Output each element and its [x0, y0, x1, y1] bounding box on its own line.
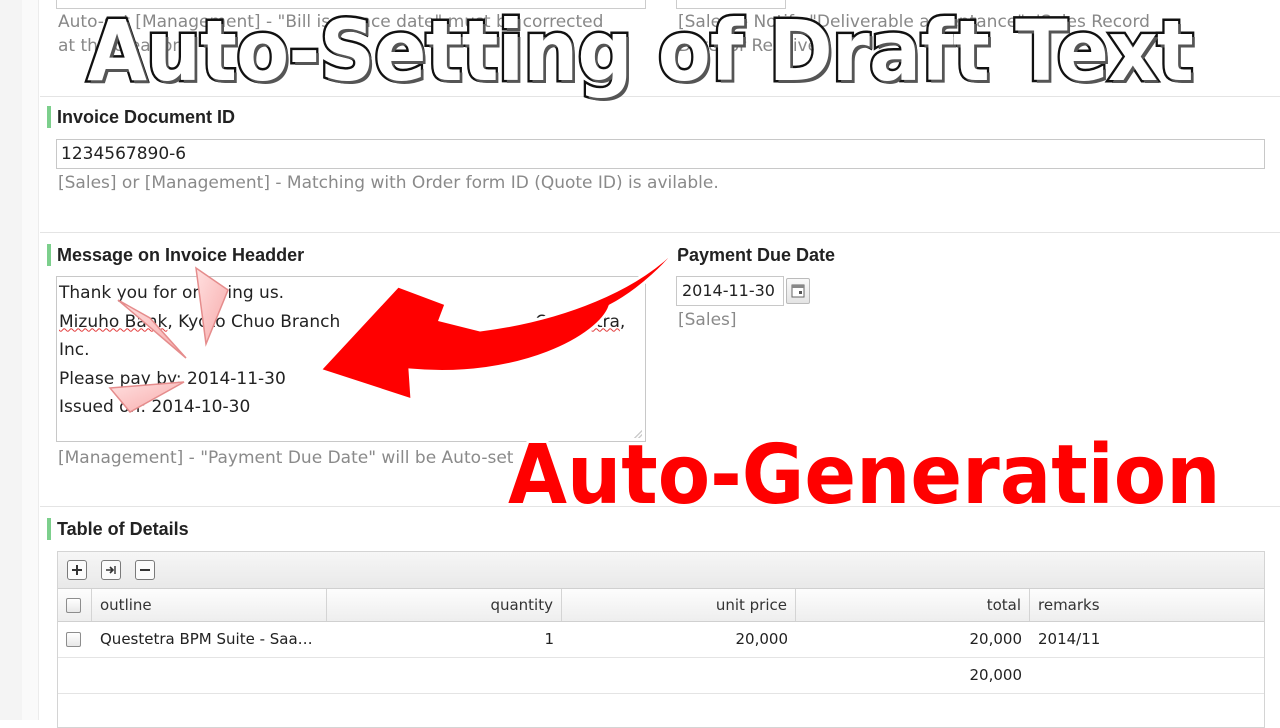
overlay-auto-generation: Auto-Generation [505, 425, 1223, 526]
annotation-overlay [108, 241, 684, 413]
overlay-title: Auto-Setting of Draft Text [85, 0, 1196, 103]
annotation-triangle [117, 299, 187, 359]
annotation-triangle [108, 381, 185, 413]
annotation-triangle [195, 266, 229, 347]
red-arrow-icon [317, 241, 684, 403]
